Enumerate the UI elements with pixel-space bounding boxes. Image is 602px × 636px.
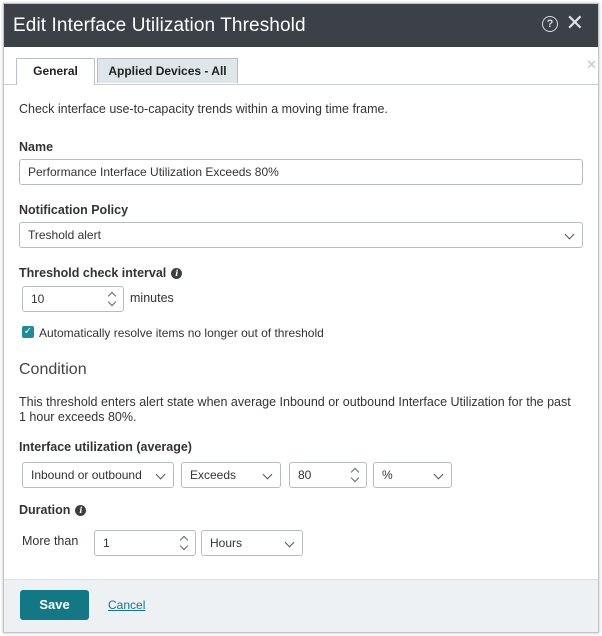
interval-stepper[interactable]: 10 xyxy=(22,286,124,312)
chevron-down-icon xyxy=(284,537,295,548)
chevron-down-icon xyxy=(155,469,166,480)
threshold-value: 80 xyxy=(298,468,312,482)
chevron-down-icon xyxy=(262,469,273,480)
threshold-interval-label-text: Threshold check interval xyxy=(19,266,167,280)
dialog-titlebar: Edit Interface Utilization Threshold ? ✕ xyxy=(4,4,598,47)
more-than-label: More than xyxy=(22,534,79,548)
condition-heading: Condition xyxy=(19,361,87,378)
condition-description: This threshold enters alert state when a… xyxy=(19,395,571,424)
operator-select[interactable]: Exceeds xyxy=(181,462,281,488)
save-button[interactable]: Save xyxy=(20,590,89,620)
notification-policy-select[interactable]: Treshold alert xyxy=(19,222,583,248)
tab-applied-devices[interactable]: Applied Devices - All xyxy=(97,58,238,83)
threshold-interval-label: Threshold check interval i xyxy=(19,266,183,280)
unit-select[interactable]: % xyxy=(373,462,452,488)
dialog-footer: Save Cancel xyxy=(4,579,598,632)
stepper-arrows-icon[interactable] xyxy=(179,534,189,552)
auto-resolve-checkbox[interactable]: ✓ xyxy=(22,326,34,338)
name-input[interactable]: Performance Interface Utilization Exceed… xyxy=(19,159,583,185)
interval-unit: minutes xyxy=(130,291,174,305)
close-icon[interactable]: ✕ xyxy=(566,12,584,34)
direction-value: Inbound or outbound xyxy=(31,468,142,482)
duration-value: 1 xyxy=(103,536,110,550)
auto-resolve-label: Automatically resolve items no longer ou… xyxy=(39,326,324,340)
unit-value: % xyxy=(382,468,393,482)
dialog-title: Edit Interface Utilization Threshold xyxy=(13,15,306,36)
notification-policy-label: Notification Policy xyxy=(19,203,129,217)
info-icon[interactable]: i xyxy=(75,505,87,516)
duration-label: Duration i xyxy=(19,503,87,517)
name-label: Name xyxy=(19,140,54,154)
tab-bar: General Applied Devices - All xyxy=(4,47,598,85)
utilization-label: Interface utilization (average) xyxy=(19,440,192,454)
stepper-arrows-icon[interactable] xyxy=(107,290,117,308)
duration-unit-select[interactable]: Hours xyxy=(201,530,303,556)
duration-label-text: Duration xyxy=(19,503,71,517)
duration-stepper[interactable]: 1 xyxy=(94,530,196,556)
chevron-down-icon xyxy=(433,469,444,480)
panel-description: Check interface use-to-capacity trends w… xyxy=(19,102,388,116)
edit-threshold-dialog: Edit Interface Utilization Threshold ? ✕… xyxy=(3,3,599,633)
help-icon[interactable]: ? xyxy=(542,16,558,32)
operator-value: Exceeds xyxy=(190,468,237,482)
cancel-link[interactable]: Cancel xyxy=(108,598,145,612)
threshold-value-stepper[interactable]: 80 xyxy=(289,462,367,488)
stepper-arrows-icon[interactable] xyxy=(350,466,360,484)
notification-policy-value: Treshold alert xyxy=(28,228,101,242)
corner-close-icon[interactable]: ✕ xyxy=(586,57,597,73)
interval-value: 10 xyxy=(31,292,45,306)
info-icon[interactable]: i xyxy=(171,268,183,279)
duration-unit-value: Hours xyxy=(210,536,243,550)
chevron-down-icon xyxy=(564,229,575,240)
tab-general[interactable]: General xyxy=(16,58,95,85)
direction-select[interactable]: Inbound or outbound xyxy=(22,462,174,488)
